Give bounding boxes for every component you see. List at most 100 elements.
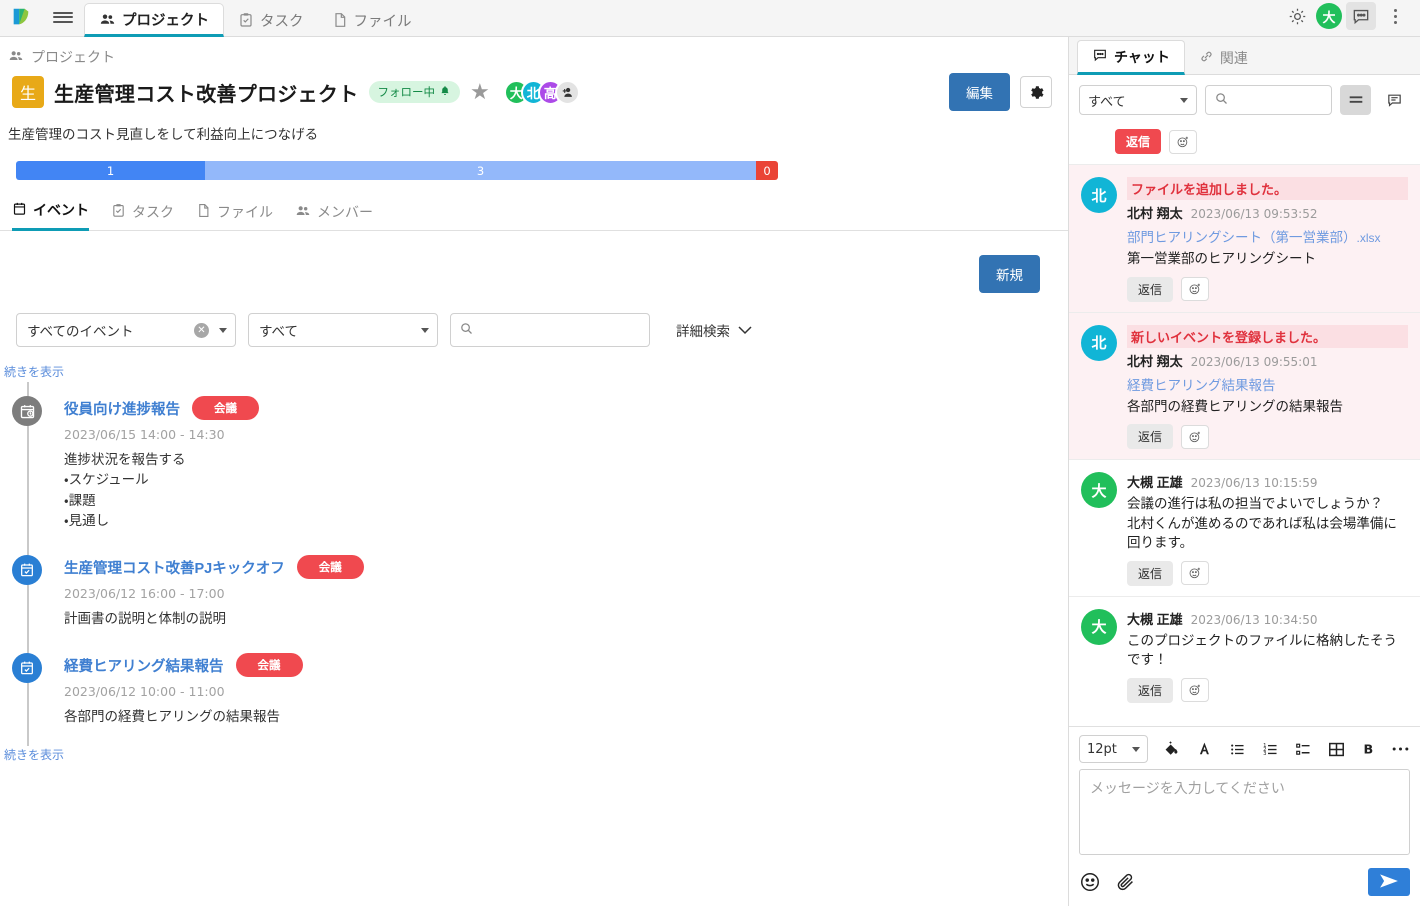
font-size-value: 12pt	[1087, 742, 1117, 757]
hamburger-menu-icon[interactable]	[42, 0, 84, 36]
tab-task[interactable]: タスク	[224, 4, 318, 36]
bulleted-list-icon[interactable]	[1228, 741, 1247, 758]
tab-files-label: ファイル	[217, 202, 273, 222]
clear-circle-icon[interactable]: ✕	[194, 323, 209, 338]
chat-bubble-icon[interactable]	[1346, 2, 1376, 30]
tab-chat[interactable]: チャット	[1077, 40, 1185, 75]
chat-message-list[interactable]: 返信 北 ファイルを追加しました。 北村 翔太	[1069, 125, 1420, 726]
add-reaction-icon[interactable]	[1181, 678, 1209, 702]
message-author: 大槻 正雄	[1127, 609, 1183, 628]
member-avatars: 大 北 高	[504, 80, 580, 105]
tab-members[interactable]: メンバー	[295, 202, 373, 230]
message-input[interactable]	[1079, 769, 1410, 855]
project-badge: 生	[12, 76, 44, 108]
show-more-bottom[interactable]: 続きを表示	[0, 746, 1068, 763]
chat-tabs: チャット 関連	[1069, 37, 1420, 75]
tab-related[interactable]: 関連	[1185, 41, 1262, 74]
attachment-link[interactable]: 部門ヒアリングシート（第一営業部）.xlsx	[1127, 226, 1408, 246]
add-reaction-icon[interactable]	[1181, 561, 1209, 585]
list-item[interactable]: 役員向け進捗報告 会議 2023/06/15 14:00 - 14:30 進捗状…	[0, 390, 1068, 549]
avatar: 大	[1081, 609, 1117, 645]
paperclip-icon[interactable]	[1115, 871, 1137, 893]
calendar-clock-icon	[12, 396, 42, 426]
progress-bar[interactable]: 1 3 0	[16, 161, 778, 180]
chevron-down-icon	[1132, 747, 1140, 752]
reply-button[interactable]: 返信	[1127, 424, 1173, 449]
advanced-search-toggle[interactable]: 詳細検索	[676, 320, 752, 340]
font-size-select[interactable]: 12pt	[1079, 735, 1148, 763]
chat-search-input[interactable]	[1229, 92, 1323, 109]
search-input[interactable]	[474, 322, 641, 339]
brightness-icon[interactable]	[1282, 2, 1312, 30]
reply-button[interactable]: 返信	[1127, 561, 1173, 586]
table-icon[interactable]	[1327, 740, 1346, 759]
tab-tasks[interactable]: タスク	[111, 202, 174, 230]
bell-icon	[439, 85, 451, 100]
progress-bar-wrapper: 1 3 0	[0, 143, 1068, 180]
list-item[interactable]: 生産管理コスト改善PJキックオフ 会議 2023/06/12 16:00 - 1…	[0, 549, 1068, 647]
status-filter-select[interactable]: すべて	[248, 313, 438, 347]
reply-button[interactable]: 返信	[1115, 129, 1161, 154]
event-title-link[interactable]: 生産管理コスト改善PJキックオフ	[64, 557, 285, 578]
new-button[interactable]: 新規	[979, 255, 1040, 293]
event-description: 各部門の経費ヒアリングの結果報告	[64, 707, 303, 727]
chat-filter-value: すべて	[1088, 91, 1126, 110]
event-filter-select[interactable]: すべてのイベント ✕	[16, 313, 236, 347]
message-actions: 返信	[1127, 678, 1408, 703]
fill-color-icon[interactable]	[1162, 740, 1181, 759]
event-title-link[interactable]: 経費ヒアリング結果報告	[64, 655, 224, 676]
tab-events[interactable]: イベント	[12, 200, 89, 231]
message-actions: 返信	[1127, 561, 1408, 586]
top-navigation-bar: プロジェクト タスク ファイル	[0, 0, 1420, 37]
list-item[interactable]: 経費ヒアリング結果報告 会議 2023/06/12 10:00 - 11:00 …	[0, 647, 1068, 745]
checklist-icon[interactable]	[1294, 741, 1313, 758]
chevron-down-icon	[219, 328, 227, 333]
clipboard-check-icon	[238, 12, 254, 28]
user-avatar[interactable]: 大	[1316, 3, 1342, 29]
list-view-icon[interactable]	[1340, 85, 1371, 115]
event-search-box[interactable]	[450, 313, 650, 347]
event-body: 生産管理コスト改善PJキックオフ 会議 2023/06/12 16:00 - 1…	[42, 555, 364, 629]
event-description: 進捗状況を報告する ・スケジュール ・課題 ・見通し	[64, 450, 259, 531]
thread-view-icon[interactable]	[1379, 85, 1410, 115]
bold-icon[interactable]: B	[1360, 740, 1377, 758]
event-title-link[interactable]: 役員向け進捗報告	[64, 398, 180, 419]
add-reaction-icon[interactable]	[1181, 425, 1209, 449]
message-body: 大槻 正雄 2023/06/13 10:34:50 このプロジェクトのファイルに…	[1127, 609, 1408, 703]
message-author: 北村 翔太	[1127, 351, 1183, 370]
chat-search-box[interactable]	[1205, 85, 1332, 115]
tab-project-label: プロジェクト	[122, 9, 209, 30]
kebab-menu-icon[interactable]	[1380, 2, 1410, 30]
list-item: 大 大槻 正雄 2023/06/13 10:15:59 会議の進行は私の担当でよ…	[1069, 459, 1420, 596]
app-logo-icon[interactable]	[0, 0, 42, 36]
breadcrumb[interactable]: プロジェクト	[0, 37, 1068, 69]
message-meta: 北村 翔太 2023/06/13 09:55:01	[1127, 351, 1408, 370]
tab-project[interactable]: プロジェクト	[84, 3, 224, 37]
event-link[interactable]: 経費ヒアリング結果報告	[1127, 374, 1408, 394]
chat-filter-select[interactable]: すべて	[1079, 85, 1197, 115]
main-content: プロジェクト 生 生産管理コスト改善プロジェクト フォロー中 ★	[0, 37, 1068, 906]
send-button[interactable]	[1368, 868, 1410, 896]
tab-file[interactable]: ファイル	[318, 4, 426, 36]
text-color-icon[interactable]	[1195, 740, 1214, 759]
add-person-icon[interactable]	[555, 80, 580, 105]
reply-button[interactable]: 返信	[1127, 277, 1173, 302]
search-icon	[459, 321, 474, 339]
show-more-top[interactable]: 続きを表示	[0, 363, 1068, 380]
event-body: 経費ヒアリング結果報告 会議 2023/06/12 10:00 - 11:00 …	[42, 653, 303, 727]
tab-files[interactable]: ファイル	[196, 202, 273, 230]
follow-status-badge[interactable]: フォロー中	[369, 81, 461, 103]
add-reaction-icon[interactable]	[1181, 277, 1209, 301]
tab-tasks-label: タスク	[132, 202, 174, 222]
file-icon	[332, 12, 348, 28]
more-options-icon[interactable]	[1391, 745, 1410, 753]
add-reaction-icon[interactable]	[1169, 130, 1197, 154]
star-icon[interactable]: ★	[470, 81, 490, 103]
gear-icon[interactable]	[1020, 76, 1052, 108]
emoji-icon[interactable]	[1079, 871, 1101, 893]
numbered-list-icon[interactable]: 1 2 3	[1261, 741, 1280, 758]
event-filter-value: すべてのイベント	[27, 320, 134, 340]
reply-button[interactable]: 返信	[1127, 678, 1173, 703]
edit-button[interactable]: 編集	[949, 73, 1010, 111]
attachment-name: 部門ヒアリングシート（第一営業部）	[1127, 230, 1357, 245]
